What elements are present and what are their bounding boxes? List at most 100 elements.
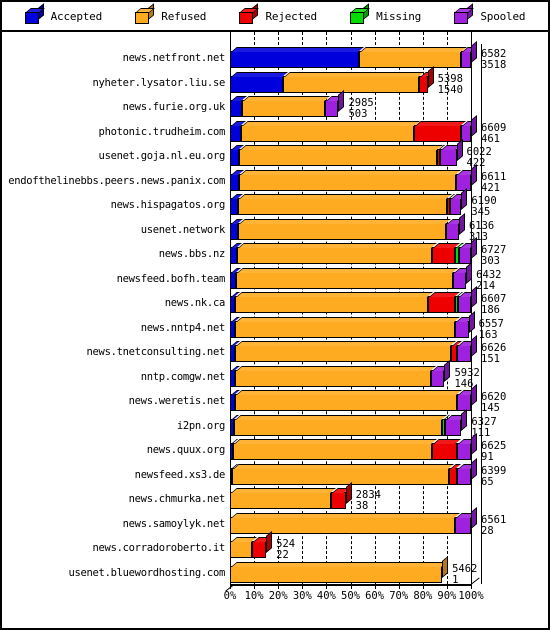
bar-segment-top <box>415 120 467 126</box>
bar-end-cap <box>471 457 477 480</box>
bar-segment-refused[interactable] <box>234 390 462 411</box>
bar-segment-refused[interactable] <box>237 243 438 264</box>
bar-segment-rejected[interactable] <box>414 120 467 142</box>
row-label: photonic.trudheim.com <box>98 125 226 138</box>
chart-row: news.tnetconsulting.net 6626 151 <box>2 334 548 365</box>
row-value-total: 6557 <box>478 317 504 330</box>
row-value-total: 6611 <box>481 170 507 183</box>
bar-segment-refused[interactable] <box>235 267 458 289</box>
bar-segment-top <box>231 512 461 518</box>
bar-segment-refused[interactable] <box>232 463 455 485</box>
bar-segment-refused[interactable] <box>358 47 467 68</box>
bar-segment-refused[interactable] <box>235 341 456 362</box>
chart-row: news.furie.org.uk 2985 503 <box>2 89 548 120</box>
bar-segment-rejected[interactable] <box>428 292 460 313</box>
bar-segment-accepted[interactable] <box>230 169 244 191</box>
bar-end-cap <box>442 555 449 578</box>
bar-segment-refused[interactable] <box>230 488 337 509</box>
cube-icon <box>24 3 45 24</box>
chart-row: news.nntp4.net 6557 163 <box>2 310 548 340</box>
bar-segment-refused[interactable] <box>235 316 461 338</box>
bar-segment-rejected[interactable] <box>251 537 272 558</box>
bar-end-cap <box>471 285 477 308</box>
bar-segment-refused[interactable] <box>235 365 437 387</box>
bar-segment-accepted[interactable] <box>230 145 244 166</box>
bar-segment-refused[interactable] <box>230 537 257 558</box>
bar-segment-top <box>234 414 448 420</box>
x-tick-label: 20% <box>268 590 288 602</box>
bar-segment-accepted[interactable] <box>230 96 248 117</box>
bar-segment-accepted[interactable] <box>230 194 244 215</box>
bar-segment-refused[interactable] <box>283 71 425 93</box>
legend-item-label: Missing <box>376 9 422 23</box>
bar-segment-refused[interactable] <box>237 218 451 240</box>
bar-segment-rejected[interactable] <box>432 439 462 460</box>
bar-end-cap <box>468 310 475 333</box>
bar-segment-refused[interactable] <box>235 292 434 313</box>
bar-segment-refused[interactable] <box>238 169 461 191</box>
x-tick-label: 90% <box>437 590 457 602</box>
row-value-total: 6609 <box>481 121 507 134</box>
bar-segment-accepted[interactable] <box>230 120 246 142</box>
legend-item-refused: Refused <box>135 3 207 24</box>
bar-segment-rejected[interactable] <box>331 488 351 509</box>
bar-segment-top <box>238 218 451 224</box>
bar-segment-rejected[interactable] <box>419 71 433 93</box>
bar-segment-accepted[interactable] <box>230 71 288 93</box>
row-value-total: 6399 <box>481 464 507 477</box>
bar-segment-refused[interactable] <box>238 194 452 215</box>
bar-segment-accepted[interactable] <box>230 47 364 68</box>
x-tick <box>446 584 448 589</box>
chart-row: usenet.bluewordhosting.com 5462 1 <box>2 555 548 585</box>
bar-segment-refused[interactable] <box>242 96 331 117</box>
bar-segment-refused[interactable] <box>230 561 448 583</box>
bar-segment-rejected[interactable] <box>432 243 461 264</box>
bar-segment-top <box>231 47 364 52</box>
bar-segment-accepted[interactable] <box>230 243 243 264</box>
bar-segment-spooled[interactable] <box>455 512 476 534</box>
bar-segment-spooled[interactable] <box>457 341 476 362</box>
bar-end-cap <box>471 383 477 406</box>
bar-segment-spooled[interactable] <box>461 47 476 68</box>
chart-row: news.chmurka.net 2834 38 <box>2 481 548 512</box>
row-label: news.corradoroberto.it <box>92 542 226 554</box>
bar-segment-spooled[interactable] <box>455 169 476 191</box>
bar-end-cap <box>444 359 451 382</box>
bar-segment-spooled[interactable] <box>455 316 474 338</box>
bar-segment-refused[interactable] <box>240 120 420 142</box>
bar-segment-spooled[interactable] <box>325 96 344 117</box>
x-tick <box>326 584 328 589</box>
bar-segment-spooled[interactable] <box>449 194 467 215</box>
bar-segment-spooled[interactable] <box>457 292 476 313</box>
bar-segment-refused[interactable] <box>233 414 448 436</box>
bar-segment-spooled[interactable] <box>458 243 476 264</box>
bar-segment-spooled[interactable] <box>431 365 450 387</box>
bar-segment-refused[interactable] <box>230 512 461 534</box>
x-tick <box>350 584 352 589</box>
chart-row: news.nk.ca 6607 186 <box>2 285 548 316</box>
bar-segment-spooled[interactable] <box>452 267 472 289</box>
bar-segment-rejected[interactable] <box>449 463 462 485</box>
bar-end-cap <box>471 163 477 186</box>
bar-end-cap <box>471 432 477 455</box>
x-tick-label: 30% <box>292 590 312 602</box>
row-value-total: 6327 <box>471 415 497 428</box>
row-label: endofthelinebbs.peers.news.panix.com <box>8 174 225 187</box>
legend-item-label: Refused <box>161 9 207 23</box>
x-tick-label: 40% <box>316 590 336 602</box>
bar-segment-spooled[interactable] <box>445 414 467 436</box>
bar-segment-spooled[interactable] <box>456 463 476 485</box>
bar-segment-refused[interactable] <box>238 145 443 166</box>
row-label: usenet.goja.nl.eu.org <box>98 150 226 162</box>
bar-segment-spooled[interactable] <box>456 439 476 460</box>
bar-end-cap <box>427 65 434 88</box>
row-label: news.weretis.net <box>128 395 226 407</box>
bar-segment-spooled[interactable] <box>440 145 462 166</box>
bar-segment-refused[interactable] <box>233 439 438 460</box>
bar-segment-top <box>239 145 443 150</box>
bar-segment-accepted[interactable] <box>230 218 243 240</box>
bar-segment-spooled[interactable] <box>445 218 464 240</box>
bar-end-cap <box>461 408 468 431</box>
bar-segment-spooled[interactable] <box>457 390 476 411</box>
bar-segment-top <box>233 463 455 469</box>
